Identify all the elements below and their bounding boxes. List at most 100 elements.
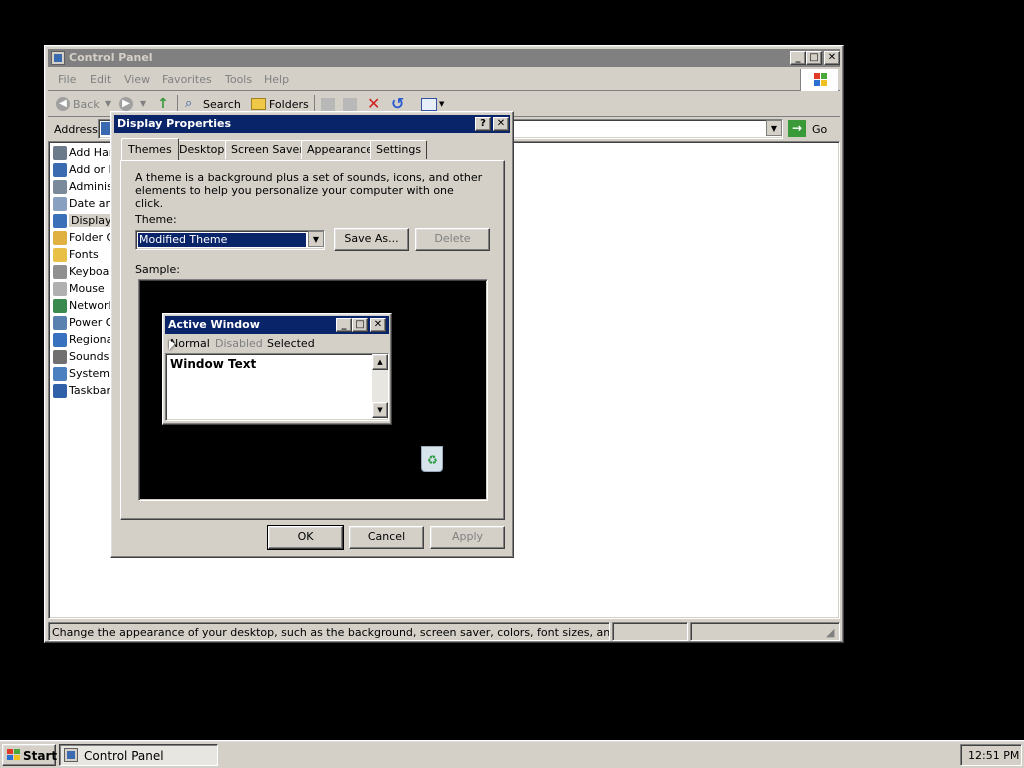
cp-item-regional[interactable]: Regional: [53, 332, 113, 348]
copy-to-icon[interactable]: [343, 98, 357, 111]
menu-view[interactable]: View: [124, 73, 150, 86]
theme-select-value: Modified Theme: [137, 232, 307, 248]
sample-text-area: Window Text ▲ ▼: [165, 353, 389, 421]
cp-item-add-remove-programs[interactable]: Add or R: [53, 162, 113, 178]
sample-active-window: Active Window _ □ ✕ Normal Disabled Sele…: [162, 313, 392, 425]
start-button[interactable]: Start: [2, 744, 57, 766]
maximize-button[interactable]: □: [806, 51, 822, 65]
cancel-button[interactable]: Cancel: [349, 526, 424, 549]
theme-select[interactable]: Modified Theme ▼: [135, 230, 325, 250]
save-as-button[interactable]: Save As...: [334, 228, 409, 251]
dialog-tab-strip: Themes Desktop Screen Saver Appearance S…: [121, 138, 509, 162]
tab-themes[interactable]: Themes: [121, 138, 179, 160]
sample-close-icon: ✕: [370, 318, 386, 332]
sample-label: Sample:: [135, 263, 180, 276]
cp-item-keyboard[interactable]: Keyboard: [53, 264, 113, 280]
menu-tools[interactable]: Tools: [225, 73, 252, 86]
chevron-down-icon[interactable]: ▼: [439, 100, 444, 108]
cp-item-display[interactable]: Display: [53, 213, 113, 229]
windows-logo-icon: [800, 69, 838, 91]
theme-label: Theme:: [135, 213, 177, 226]
explorer-menu-bar: File Edit View Favorites Tools Help: [48, 69, 840, 91]
forward-arrow-icon[interactable]: ▶: [119, 97, 133, 111]
add-hardware-icon: [53, 146, 67, 160]
cp-item-administrative-tools[interactable]: Administ: [53, 179, 113, 195]
menu-edit[interactable]: Edit: [90, 73, 111, 86]
control-panel-task-icon: [64, 748, 78, 762]
mouse-icon: [53, 282, 67, 296]
sample-scrollbar: ▲ ▼: [372, 354, 388, 418]
move-to-icon[interactable]: [321, 98, 335, 111]
cp-item-taskbar[interactable]: Taskbar a: [53, 383, 113, 399]
search-icon[interactable]: ⌕: [185, 96, 192, 111]
regional-globe-icon: [53, 333, 67, 347]
sample-minimize-icon: _: [336, 318, 352, 332]
chevron-down-icon[interactable]: ▼: [308, 231, 324, 247]
back-button-label[interactable]: Back: [73, 98, 100, 111]
status-bar: Change the appearance of your desktop, s…: [48, 622, 840, 641]
dialog-title-bar[interactable]: Display Properties ? ✕: [114, 115, 510, 133]
ok-button[interactable]: OK: [267, 525, 344, 550]
theme-sample-preview: Active Window _ □ ✕ Normal Disabled Sele…: [138, 279, 488, 501]
administrative-tools-icon: [53, 180, 67, 194]
status-pane-2: [612, 622, 688, 641]
tab-appearance[interactable]: Appearance: [301, 140, 380, 159]
close-button[interactable]: ✕: [824, 51, 840, 65]
folders-icon[interactable]: [251, 98, 266, 110]
cp-item-sounds[interactable]: Sounds a: [53, 349, 113, 365]
views-icon[interactable]: [421, 98, 437, 111]
cp-item-date-and-time[interactable]: Date and: [53, 196, 113, 212]
date-time-icon: [53, 197, 67, 211]
recycle-bin-icon: ♻: [421, 446, 443, 472]
clock[interactable]: 12:51 PM: [968, 749, 1019, 762]
explorer-title-bar[interactable]: Control Panel _ □ ✕: [48, 49, 840, 67]
chevron-down-icon[interactable]: ▼: [766, 120, 782, 136]
folders-button-label[interactable]: Folders: [269, 98, 309, 111]
up-folder-icon[interactable]: ↑: [155, 96, 171, 112]
minimize-button[interactable]: _: [790, 51, 806, 65]
themes-tab-page: A theme is a background plus a set of so…: [120, 160, 505, 520]
chevron-down-icon[interactable]: ▼: [140, 99, 146, 108]
tab-desktop[interactable]: Desktop: [173, 140, 231, 159]
go-button-label[interactable]: Go: [812, 123, 827, 136]
tab-settings[interactable]: Settings: [370, 140, 428, 159]
dialog-close-button[interactable]: ✕: [493, 117, 509, 131]
taskbar-task-control-panel[interactable]: Control Panel: [59, 744, 218, 766]
cp-item-power-options[interactable]: Power Op: [53, 315, 113, 331]
cp-item-mouse[interactable]: Mouse: [53, 281, 113, 297]
menu-help[interactable]: Help: [264, 73, 289, 86]
back-arrow-icon[interactable]: ◀: [56, 97, 70, 111]
sample-menu-selected: Selected: [267, 337, 315, 350]
fonts-folder-icon: [53, 248, 67, 262]
go-arrow-icon[interactable]: →: [788, 120, 806, 137]
help-button[interactable]: ?: [475, 117, 491, 131]
cp-item-system[interactable]: System: [53, 366, 113, 382]
cp-item-network[interactable]: Network: [53, 298, 113, 314]
system-icon: [53, 367, 67, 381]
menu-file[interactable]: File: [58, 73, 76, 86]
taskbar: Start Control Panel 12:51 PM: [0, 740, 1024, 768]
scroll-down-arrow-icon: ▼: [372, 402, 388, 418]
delete-button[interactable]: Delete: [415, 228, 490, 251]
display-icon: [53, 214, 67, 228]
cp-item-folder-options[interactable]: Folder Op: [53, 230, 113, 246]
windows-flag-icon: [7, 749, 21, 761]
display-properties-dialog: Display Properties ? ✕ Themes Desktop Sc…: [110, 111, 514, 558]
status-text-pane: Change the appearance of your desktop, s…: [48, 622, 610, 641]
scroll-up-arrow-icon: ▲: [372, 354, 388, 370]
address-label: Address: [54, 123, 98, 136]
menu-favorites[interactable]: Favorites: [162, 73, 212, 86]
tab-screen-saver[interactable]: Screen Saver: [225, 140, 310, 159]
cp-item-fonts[interactable]: Fonts: [53, 247, 113, 263]
apply-button[interactable]: Apply: [430, 526, 505, 549]
control-panel-title-icon: [51, 51, 65, 65]
chevron-down-icon[interactable]: ▼: [105, 99, 111, 108]
add-remove-programs-icon: [53, 163, 67, 177]
resize-grip-icon[interactable]: ◢: [826, 626, 834, 639]
search-button-label[interactable]: Search: [203, 98, 241, 111]
folder-options-icon: [53, 231, 67, 245]
cp-item-add-hardware[interactable]: Add Hard: [53, 145, 113, 161]
sample-title-bar: Active Window _ □ ✕: [165, 316, 389, 334]
power-options-icon: [53, 316, 67, 330]
themes-description: A theme is a background plus a set of so…: [135, 171, 483, 210]
